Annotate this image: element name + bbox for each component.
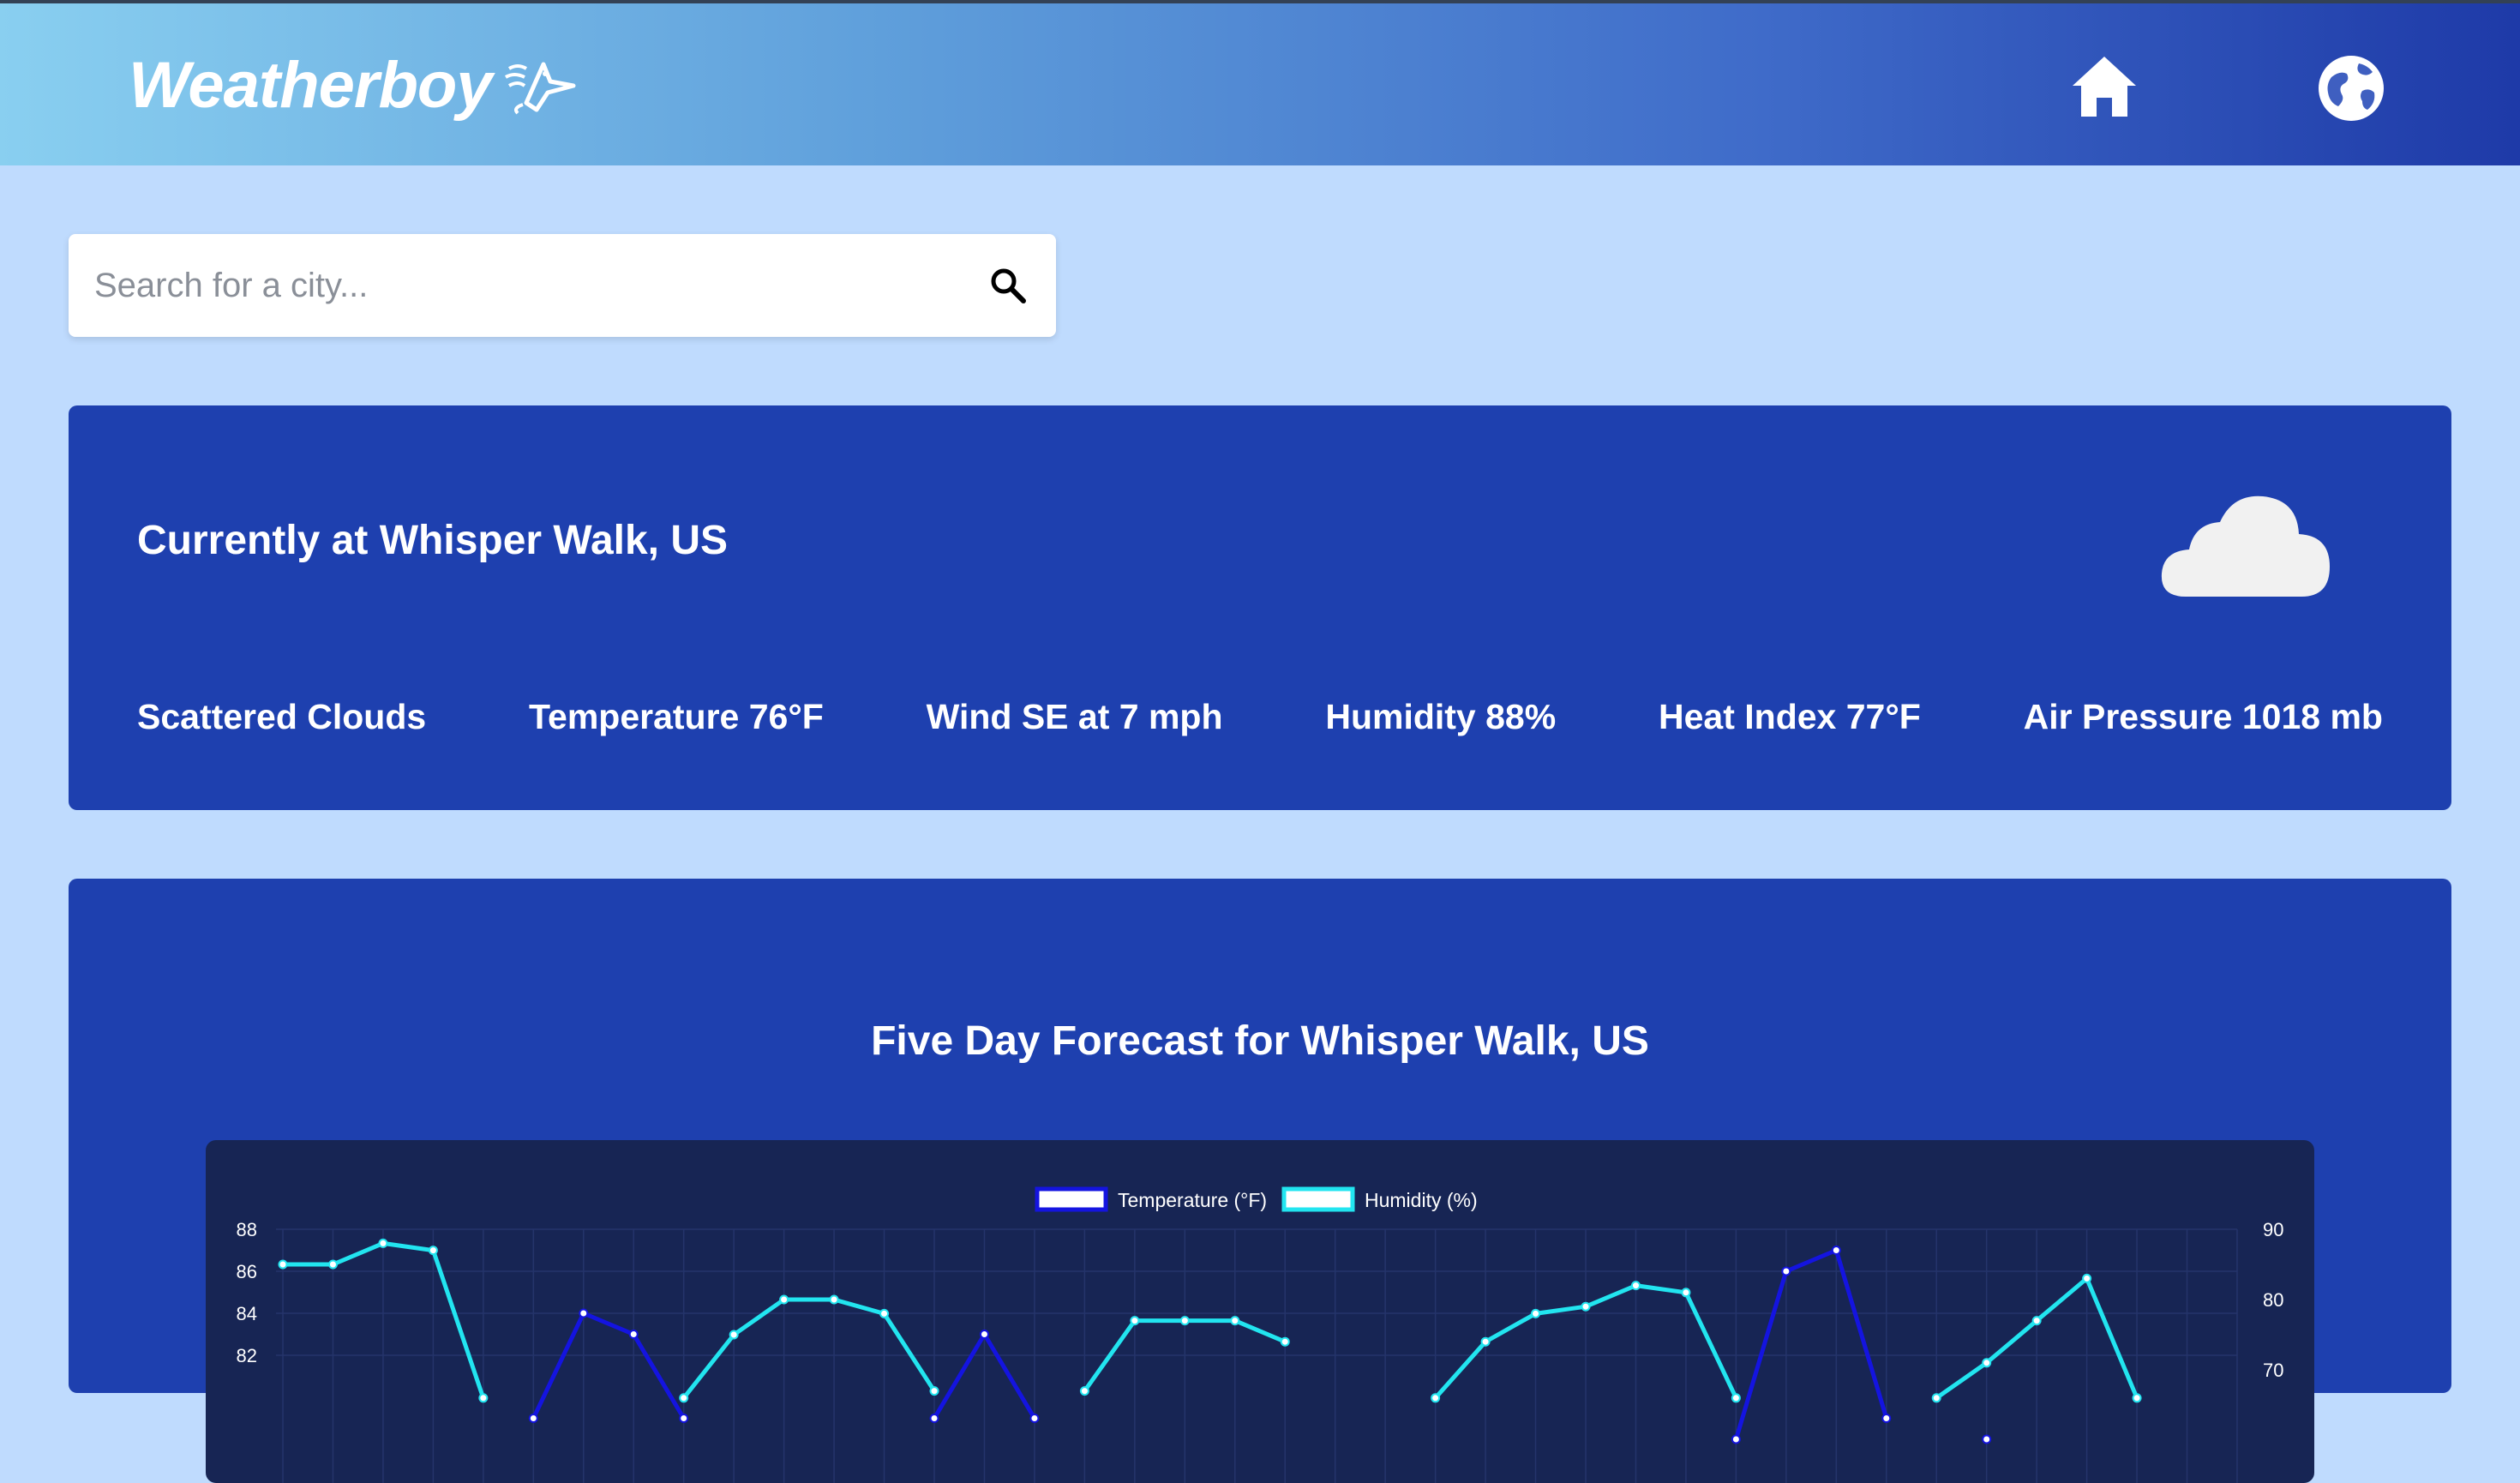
current-location-title: Currently at Whisper Walk, US	[137, 518, 729, 563]
cloud-icon	[2161, 495, 2330, 597]
city-search-box	[69, 234, 1056, 337]
humidity-series-point	[1931, 1393, 1941, 1403]
current-weather-card: Currently at Whisper Walk, US Scattered …	[69, 405, 2451, 810]
humidity-series-point	[1480, 1336, 1491, 1347]
globe-icon[interactable]	[2314, 51, 2388, 125]
temperature-series-point	[528, 1414, 538, 1423]
wind-text: Wind SE at 7 mph	[926, 697, 1223, 736]
legend-label: Humidity (%)	[1365, 1189, 1478, 1211]
humidity-series-point	[1230, 1316, 1240, 1326]
humidity-series-point	[2132, 1393, 2142, 1403]
humidity-series-point	[1982, 1358, 1992, 1368]
left-axis-tick-label: 82	[237, 1345, 257, 1366]
humidity-series-point	[327, 1259, 338, 1270]
humidity-series-point	[829, 1294, 839, 1305]
humidity-series-point	[278, 1259, 288, 1270]
temperature-series-point	[1029, 1414, 1040, 1423]
left-axis-tick-label: 86	[237, 1261, 257, 1282]
temperature-series-point	[929, 1414, 939, 1423]
humidity-series-point	[679, 1393, 689, 1403]
humidity-series-point	[478, 1393, 489, 1403]
humidity-series-point	[428, 1246, 438, 1256]
humidity-series-point	[929, 1386, 939, 1396]
temperature-series-point	[1781, 1266, 1791, 1276]
wind-bird-icon	[504, 62, 576, 114]
legend-swatch	[1281, 1186, 1355, 1212]
right-axis-tick-label: 70	[2263, 1360, 2283, 1381]
humidity-series-point	[1681, 1288, 1691, 1298]
condition-text: Scattered Clouds	[137, 697, 427, 736]
temperature-series-point	[1731, 1434, 1741, 1444]
temperature-text: Temperature 76°F	[529, 697, 824, 736]
humidity-series-point	[378, 1238, 388, 1248]
humidity-series-point	[1079, 1386, 1089, 1396]
legend-swatch	[1035, 1186, 1108, 1212]
temperature-series-point	[1831, 1246, 1841, 1255]
app-logo[interactable]: Weatherboy	[129, 48, 578, 123]
humidity-text: Humidity 88%	[1325, 697, 1557, 736]
humidity-series-point	[1431, 1393, 1441, 1403]
air-pressure-text: Air Pressure 1018 mb	[2023, 697, 2383, 736]
forecast-chart-panel: 88 86 84 82 90 80 70 Temperature (°F) Humidity (…	[206, 1140, 2314, 1483]
humidity-series-point	[729, 1330, 739, 1340]
humidity-series-point	[1179, 1316, 1190, 1326]
forecast-card: Five Day Forecast for Whisper Walk, US 8…	[69, 879, 2451, 1483]
humidity-series-point	[1130, 1316, 1140, 1326]
forecast-chart: 88 86 84 82 90 80 70 Temperature (°F) Humidity (…	[237, 1186, 2283, 1483]
current-stats-row: Scattered Clouds Temperature 76°F Wind S…	[137, 697, 2383, 737]
humidity-series-point	[879, 1308, 890, 1318]
humidity-series-point	[2082, 1273, 2092, 1283]
search-icon[interactable]	[987, 265, 1029, 306]
search-input[interactable]	[94, 251, 986, 320]
temperature-series-point	[1881, 1414, 1892, 1423]
logo-text: Weatherboy	[129, 49, 493, 122]
home-icon[interactable]	[2067, 51, 2141, 125]
humidity-series-point	[1280, 1336, 1290, 1347]
left-axis-tick-label: 88	[237, 1219, 257, 1240]
humidity-series-point	[1531, 1308, 1541, 1318]
heat-index-text: Heat Index 77°F	[1659, 697, 1921, 736]
right-axis-tick-label: 90	[2263, 1219, 2283, 1240]
temperature-series-line	[533, 1251, 1986, 1440]
humidity-series-point	[1581, 1301, 1591, 1312]
temperature-series-point	[979, 1330, 989, 1339]
temperature-series-point	[628, 1330, 639, 1339]
humidity-series-point	[2031, 1316, 2042, 1326]
humidity-series-point	[1731, 1393, 1741, 1403]
forecast-title: Five Day Forecast for Whisper Walk, US	[871, 1018, 1649, 1064]
top-navbar: Weatherboy	[0, 0, 2520, 165]
legend-label: Temperature (°F)	[1118, 1189, 1267, 1211]
left-axis-tick-label: 84	[237, 1303, 257, 1324]
humidity-series-point	[1630, 1281, 1641, 1291]
right-axis-tick-label: 80	[2263, 1289, 2283, 1311]
temperature-series-point	[579, 1308, 589, 1318]
humidity-series-point	[779, 1294, 789, 1305]
temperature-series-point	[1982, 1434, 1992, 1444]
temperature-series-point	[679, 1414, 689, 1423]
